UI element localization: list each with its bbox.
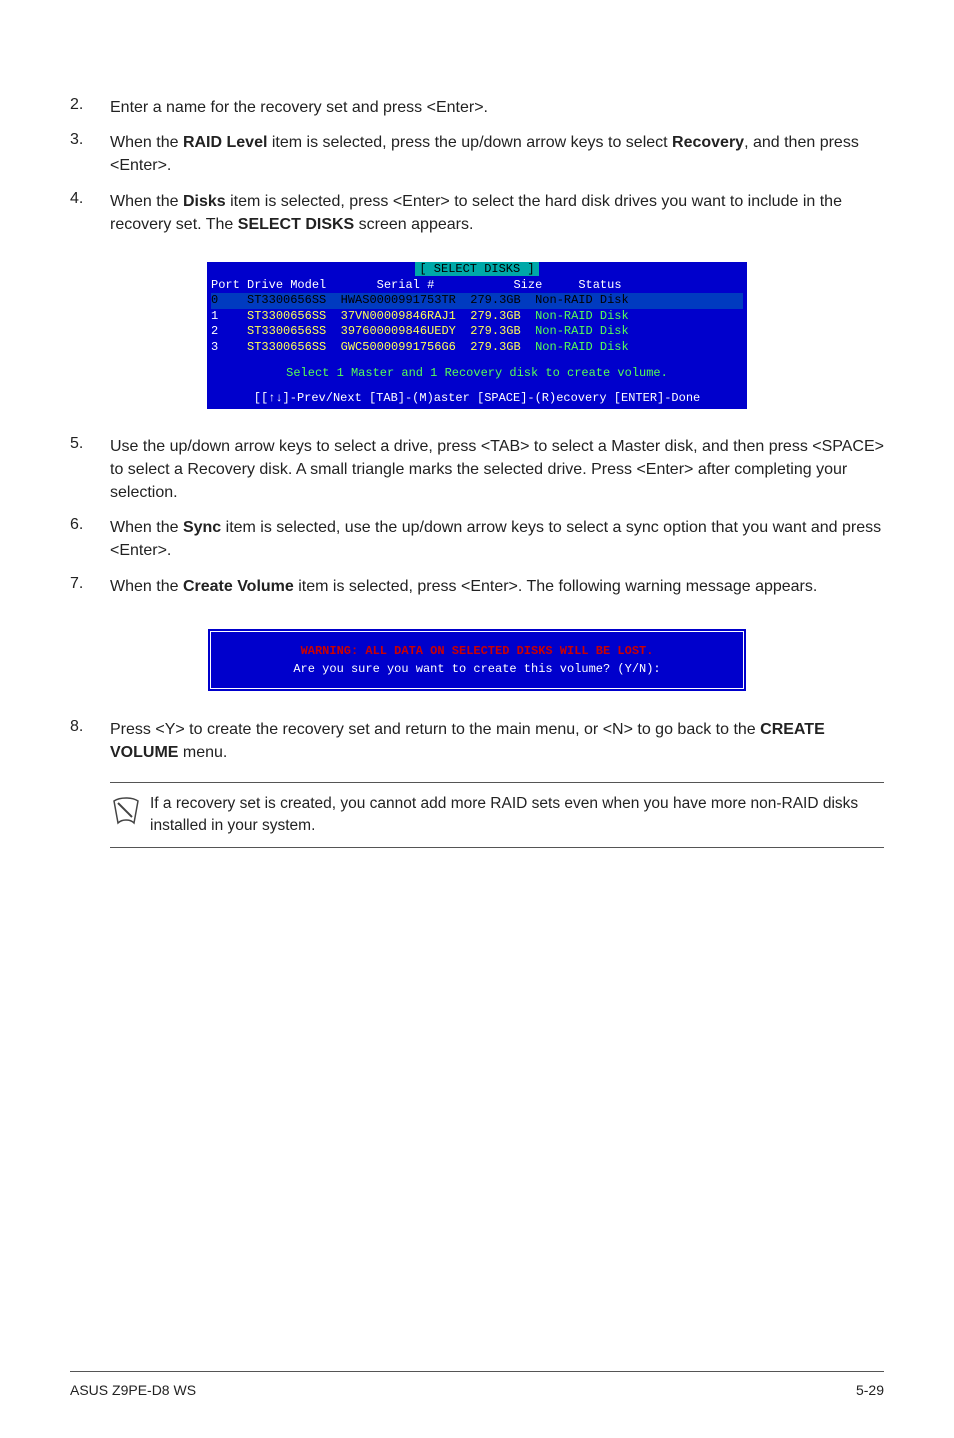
step-body: When the Create Volume item is selected,… — [110, 575, 884, 598]
table-row: 1 ST3300656SS 37VN00009846RAJ1 279.3GB N… — [211, 309, 743, 325]
step-number: 3. — [70, 131, 110, 177]
terminal-footer: [[↑↓]-Prev/Next [TAB]-(M)aster [SPACE]-(… — [207, 391, 747, 409]
step-body: When the Sync item is selected, use the … — [110, 516, 884, 562]
step-number: 2. — [70, 96, 110, 119]
step-number: 4. — [70, 190, 110, 236]
table-row: 0 ST3300656SS HWAS0000991753TR 279.3GB N… — [211, 293, 743, 309]
footer-page-number: 5-29 — [856, 1382, 884, 1398]
note-block: If a recovery set is created, you cannot… — [110, 782, 884, 847]
terminal-message: Select 1 Master and 1 Recovery disk to c… — [207, 366, 747, 382]
instruction-list-final: 8. Press <Y> to create the recovery set … — [70, 718, 884, 776]
footer-product: ASUS Z9PE-D8 WS — [70, 1382, 196, 1398]
table-header-row: Port Drive Model Serial # Size Status — [211, 278, 743, 294]
warning-line-prompt: Are you sure you want to create this vol… — [293, 662, 660, 676]
table-row: 3 ST3300656SS GWC50000991756G6 279.3GB N… — [211, 340, 743, 356]
table-row: 2 ST3300656SS 397600009846UEDY 279.3GB N… — [211, 324, 743, 340]
select-disks-screen: [ SELECT DISKS ] Port Drive Model Serial… — [207, 262, 747, 409]
step-body: When the Disks item is selected, press <… — [110, 190, 884, 236]
warning-line-red: WARNING: ALL DATA ON SELECTED DISKS WILL… — [221, 644, 733, 658]
step-body: Use the up/down arrow keys to select a d… — [110, 435, 884, 505]
step-number: 6. — [70, 516, 110, 562]
step-body: Enter a name for the recovery set and pr… — [110, 96, 884, 119]
warning-dialog: WARNING: ALL DATA ON SELECTED DISKS WILL… — [207, 628, 747, 692]
step-body: When the RAID Level item is selected, pr… — [110, 131, 884, 177]
step-number: 5. — [70, 435, 110, 505]
pencil-note-icon — [110, 793, 150, 832]
note-text: If a recovery set is created, you cannot… — [150, 793, 884, 836]
step-number: 8. — [70, 718, 110, 764]
terminal-title: [ SELECT DISKS ] — [415, 262, 538, 276]
instruction-list-top: 2. Enter a name for the recovery set and… — [70, 96, 884, 248]
step-body: Press <Y> to create the recovery set and… — [110, 718, 884, 764]
instruction-list-bottom: 5. Use the up/down arrow keys to select … — [70, 435, 884, 610]
step-number: 7. — [70, 575, 110, 598]
page-footer: ASUS Z9PE-D8 WS 5-29 — [70, 1371, 884, 1398]
